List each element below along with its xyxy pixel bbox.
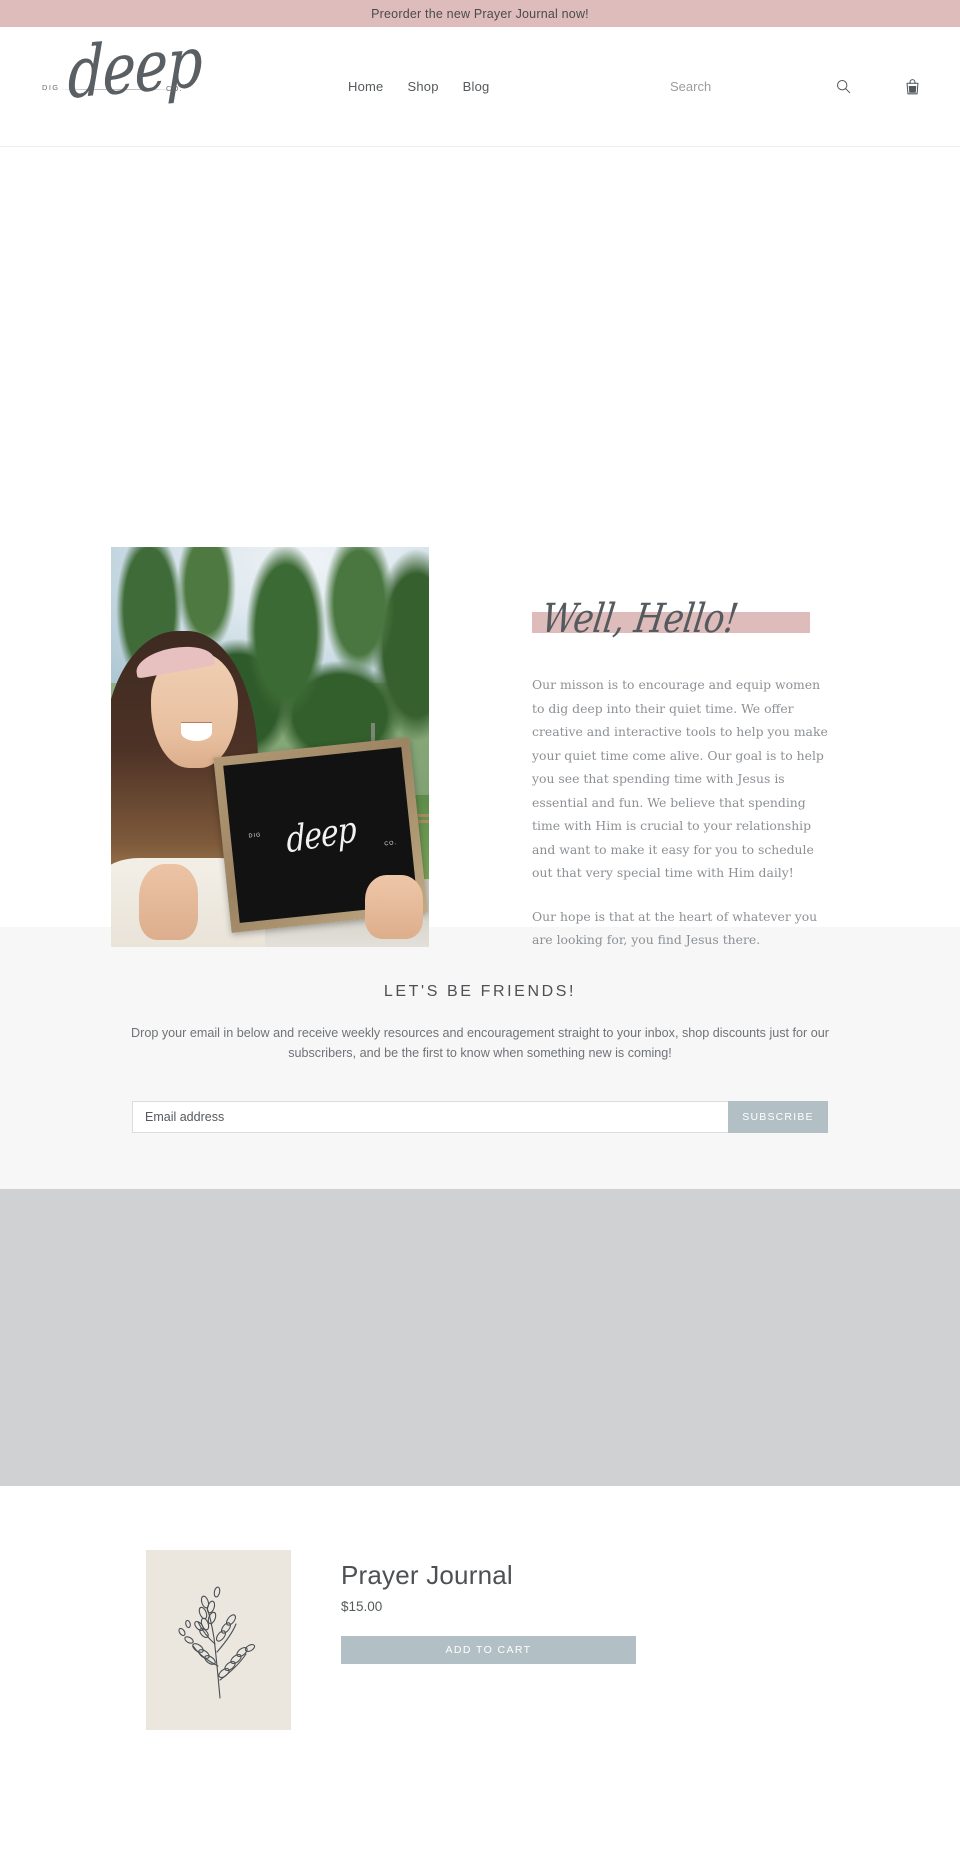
product-price: $15.00: [341, 1599, 383, 1614]
product-image[interactable]: [146, 1550, 291, 1730]
about-heading: Well, Hello!: [538, 595, 741, 643]
site-header: DIG deep CO. Home Shop Blog: [0, 21, 960, 147]
newsletter-title: LET'S BE FRIENDS!: [383, 983, 577, 1000]
search-input[interactable]: [670, 75, 790, 98]
about-section: DIG deep CO. Well, Hello! Our misson is …: [0, 147, 960, 947]
about-copy: Well, Hello! Our misson is to encourage …: [532, 547, 832, 972]
about-photo: DIG deep CO.: [111, 547, 429, 947]
nav-item-home[interactable]: Home: [348, 79, 383, 94]
photo-arm: [139, 864, 199, 941]
main-navigation: Home Shop Blog: [348, 79, 489, 94]
photo-hand: [365, 875, 423, 939]
logo-suffix-text: CO.: [166, 83, 183, 93]
add-to-cart-button[interactable]: ADD TO CART: [341, 1636, 636, 1664]
cart-button[interactable]: [901, 74, 924, 99]
sign-prefix-text: DIG: [248, 831, 262, 840]
product-title: Prayer Journal: [341, 1560, 513, 1590]
about-paragraph-2: Our hope is that at the heart of whateve…: [532, 908, 818, 948]
site-logo[interactable]: DIG deep CO.: [40, 21, 220, 135]
sign-script-text: deep: [285, 808, 357, 862]
botanical-sprig-icon: [178, 1586, 256, 1699]
announcement-text: Preorder the new Prayer Journal now!: [371, 6, 589, 21]
newsletter-subtitle: Drop your email in below and receive wee…: [131, 1026, 829, 1060]
photo-smile: [180, 723, 213, 741]
about-inner: DIG deep CO. Well, Hello! Our misson is …: [0, 547, 960, 972]
product-info: Prayer Journal $15.00 ADD TO CART: [341, 1550, 636, 1730]
header-actions: [670, 74, 924, 99]
search-button[interactable]: [832, 75, 855, 98]
sign-suffix-text: CO.: [384, 839, 398, 847]
search-icon: [836, 79, 851, 94]
newsletter-form: SUBSCRIBE: [132, 1101, 828, 1133]
about-paragraph-1: Our misson is to encourage and equip wom…: [532, 677, 828, 880]
media-placeholder-block: [0, 1189, 960, 1486]
newsletter-email-input[interactable]: [132, 1101, 728, 1133]
nav-item-shop[interactable]: Shop: [407, 79, 438, 94]
newsletter-subscribe-button[interactable]: SUBSCRIBE: [728, 1101, 828, 1133]
logo-prefix-text: DIG: [42, 82, 60, 92]
nav-item-blog[interactable]: Blog: [463, 79, 490, 94]
product-section: Prayer Journal $15.00 ADD TO CART: [0, 1486, 960, 1730]
about-heading-wrap: Well, Hello!: [532, 595, 832, 647]
shopping-bag-icon: [905, 78, 920, 95]
logo-script-text: deep: [67, 21, 203, 115]
